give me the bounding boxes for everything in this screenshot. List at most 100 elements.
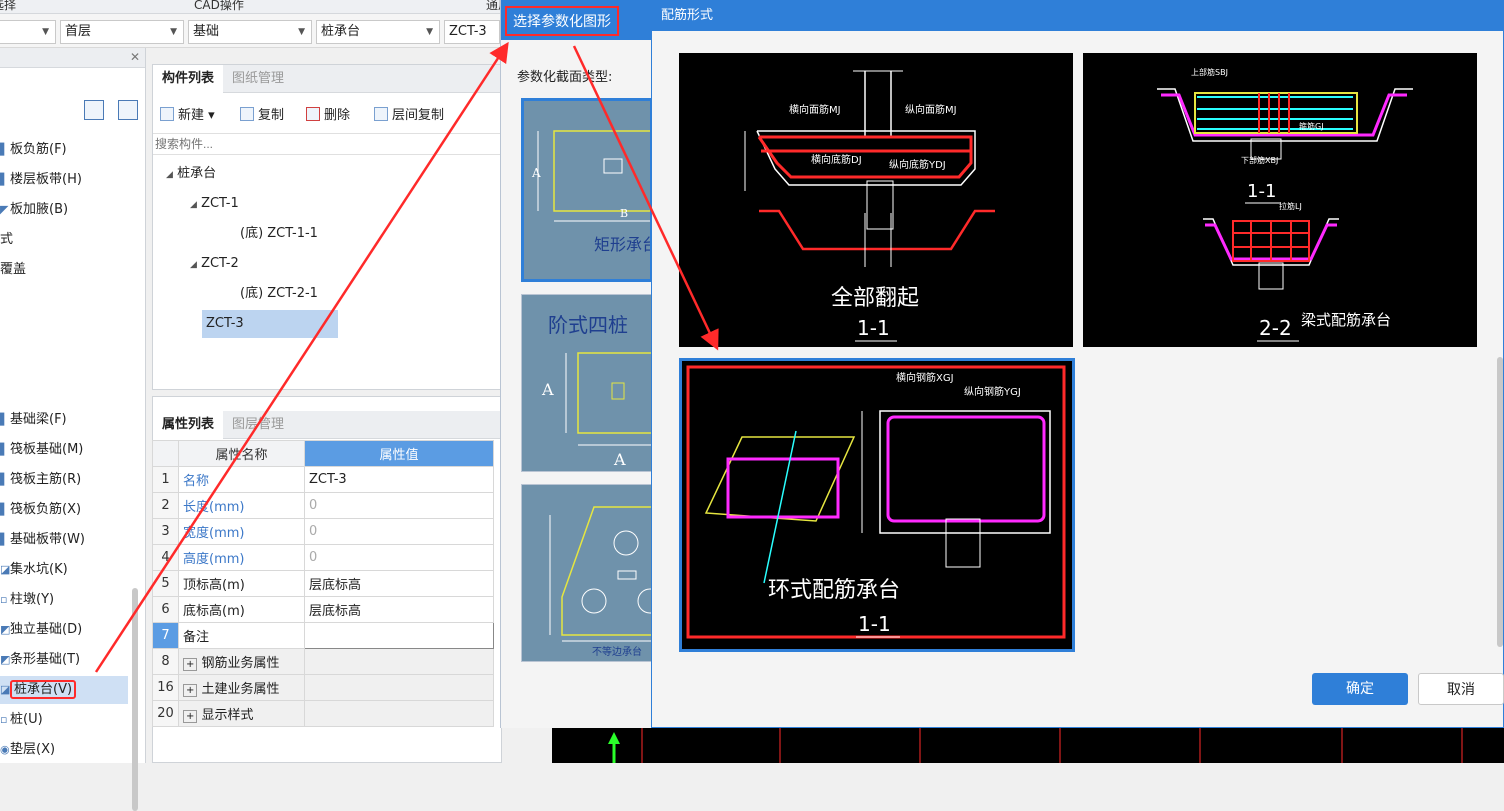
left-nav: ✕ ▌ 板负筋(F) ▌ 楼层板带(H) ◤ 板加腋(B) 式 覆盖 ▌ 基础梁(F) … <box>0 48 146 811</box>
nav-item-sump-pit[interactable]: ◪集水坑(K) <box>0 556 128 584</box>
chevron-down-icon: ▼ <box>42 27 49 37</box>
label-ygj: 纵向钢筋YGJ <box>964 385 1021 398</box>
nav-item-slab-haunch[interactable]: ◤ 板加腋(B) <box>0 196 128 224</box>
option-beam-type[interactable]: 上部筋SBJ 下部筋XBJ 箍筋GJ 1-1 拉筋LJ 2-2 梁式配筋承台 <box>1083 53 1477 347</box>
row-name: 显示样式 <box>201 708 254 723</box>
nav-item-foundation-band[interactable]: ▌ 基础板带(W) <box>0 526 128 554</box>
tree-node-zct3[interactable]: ZCT-3 <box>202 310 338 338</box>
nav-item-isolated-foundation[interactable]: ◩独立基础(D) <box>0 616 128 644</box>
table-row[interactable]: 3 宽度(mm) 0 <box>152 518 494 545</box>
row-value[interactable]: ZCT-3 <box>304 466 494 493</box>
nav-label: 基础梁(F) <box>10 412 67 427</box>
tree-node-zct1-1[interactable]: (底) ZCT-1-1 <box>240 220 318 248</box>
component-select[interactable]: ZCT-3 <box>444 20 500 44</box>
nav-item-pile[interactable]: ▫ 桩(U) <box>0 706 128 734</box>
tree-node-zct1[interactable]: ◢ ZCT-1 <box>190 190 239 218</box>
thumb-stepped-four-pile[interactable]: 阶式四桩 A A <box>521 294 653 472</box>
nav-item-slab-neg-rebar[interactable]: ▌ 板负筋(F) <box>0 136 128 164</box>
row-value[interactable]: 0 <box>304 544 494 571</box>
nav-item-cushion[interactable]: ◉垫层(X) <box>0 736 128 764</box>
combo-prev[interactable]: ▼ <box>0 20 56 44</box>
table-row[interactable]: 5 顶标高(m) 层底标高 <box>152 570 494 597</box>
table-row[interactable]: 6 底标高(m) 层底标高 <box>152 596 494 623</box>
tab-layer-manage[interactable]: 图层管理 <box>223 411 293 439</box>
expand-icon[interactable]: + <box>183 710 198 723</box>
left-nav-scrollbar[interactable] <box>132 588 138 811</box>
svg-text:A: A <box>541 380 554 399</box>
nav-item-column-pier[interactable]: ▫ 柱墩(Y) <box>0 586 128 614</box>
ribbon-cad-ops[interactable]: CAD操作 <box>194 0 244 13</box>
floor-copy-button[interactable]: 层间复制 <box>374 104 444 123</box>
raft-icon: ▌ <box>0 443 9 456</box>
thumb-rect-cap[interactable]: A B 矩形承台 <box>521 98 653 282</box>
section-type-label: 参数化截面类型: <box>517 70 613 85</box>
table-row[interactable]: 4 高度(mm) 0 <box>152 544 494 571</box>
table-row[interactable]: 1 名称 ZCT-3 <box>152 466 494 493</box>
nav-item-pile-cap[interactable]: ◪ 桩承台(V) <box>0 676 128 704</box>
new-button[interactable]: 新建 ▾ <box>160 104 215 123</box>
table-row[interactable]: 20 + 显示样式 <box>152 700 494 727</box>
list-view-icon[interactable] <box>84 100 104 120</box>
delete-label: 删除 <box>324 108 351 123</box>
nav-item-raft-neg-rebar[interactable]: ▌ 筏板负筋(X) <box>0 496 128 524</box>
option-full-bent[interactable]: 横向面筋MJ 纵向面筋MJ 横向底筋DJ 纵向底筋YDJ 全部翻起 1-1 <box>679 53 1073 347</box>
grid-view-icon[interactable] <box>118 100 138 120</box>
confirm-button[interactable]: 确定 <box>1312 673 1408 705</box>
label-zxmj: 纵向面筋MJ <box>905 103 957 116</box>
tree-node-pile-cap[interactable]: ◢ 桩承台 <box>166 160 216 188</box>
ribbon-select[interactable]: 选择 <box>0 0 16 13</box>
row-value[interactable]: 层底标高 <box>304 570 494 597</box>
selector-bar: ▼ 首层 ▼ 基础 ▼ 桩承台 ▼ ZCT-3 <box>0 14 520 48</box>
nav-label: 基础板带(W) <box>10 532 85 547</box>
table-row[interactable]: 16 + 土建业务属性 <box>152 674 494 701</box>
header-index <box>152 440 179 467</box>
nav-item-foundation-beam[interactable]: ▌ 基础梁(F) <box>0 406 128 434</box>
haunch-icon: ◤ <box>0 203 9 216</box>
category-select[interactable]: 基础 ▼ <box>188 20 312 44</box>
dialog-scrollbar[interactable] <box>1497 357 1503 647</box>
delete-button[interactable]: 删除 <box>306 104 350 123</box>
chevron-down-icon: ▼ <box>426 27 433 37</box>
cad-canvas[interactable] <box>552 728 1504 763</box>
close-icon[interactable]: ✕ <box>130 50 140 64</box>
tab-property-list[interactable]: 属性列表 <box>153 411 224 439</box>
remark-input[interactable] <box>304 622 494 649</box>
tab-drawing-manage[interactable]: 图纸管理 <box>223 65 293 93</box>
cancel-button[interactable]: 取消 <box>1418 673 1504 705</box>
row-value[interactable]: 层底标高 <box>304 596 494 623</box>
copy-button[interactable]: 复制 <box>240 104 284 123</box>
option-section: 1-1 <box>858 612 891 636</box>
floor-select[interactable]: 首层 ▼ <box>60 20 184 44</box>
nav-label: 垫层(X) <box>10 742 56 757</box>
nav-item-raft-foundation[interactable]: ▌ 筏板基础(M) <box>0 436 128 464</box>
table-row[interactable]: 7 备注 <box>152 622 494 649</box>
pit-icon: ◪ <box>0 563 11 576</box>
row-name: 长度(mm) <box>178 492 305 519</box>
nav-item-raft-main-rebar[interactable]: ▌ 筏板主筋(R) <box>0 466 128 494</box>
row-value[interactable]: 0 <box>304 492 494 519</box>
expand-icon[interactable]: + <box>183 658 198 671</box>
expand-icon[interactable]: + <box>183 684 198 697</box>
tree-node-zct2[interactable]: ◢ ZCT-2 <box>190 250 239 278</box>
table-row[interactable]: 2 长度(mm) 0 <box>152 492 494 519</box>
row-name: 顶标高(m) <box>178 570 305 597</box>
tab-component-list[interactable]: 构件列表 <box>153 65 224 93</box>
new-icon <box>160 107 174 121</box>
thumb-unequal-cap[interactable]: 不等边承台 <box>521 484 653 662</box>
row-num: 5 <box>152 570 179 597</box>
nav-item-style[interactable]: 式 <box>0 226 128 254</box>
param-dialog-titlebar: 选择参数化图形 <box>501 0 652 40</box>
nav-item-cover[interactable]: 覆盖 <box>0 256 128 284</box>
band-icon: ▌ <box>0 533 9 546</box>
nav-item-strip-foundation[interactable]: ◩条形基础(T) <box>0 646 128 674</box>
tree-node-zct2-1[interactable]: (底) ZCT-2-1 <box>240 280 318 308</box>
table-row[interactable]: 8 + 钢筋业务属性 <box>152 648 494 675</box>
slab-icon: ▌ <box>0 173 9 186</box>
type-select[interactable]: 桩承台 ▼ <box>316 20 440 44</box>
option-ring-type[interactable]: 横向钢筋XGJ 纵向钢筋YGJ 环式配筋承台 1-1 <box>679 358 1075 652</box>
row-value[interactable]: 0 <box>304 518 494 545</box>
nav-label: 筏板负筋(X) <box>10 502 82 517</box>
search-input[interactable] <box>153 133 501 155</box>
nav-item-floor-slab-band[interactable]: ▌ 楼层板带(H) <box>0 166 128 194</box>
beam-type-drawing: 上部筋SBJ 下部筋XBJ 箍筋GJ 1-1 拉筋LJ 2-2 梁式配筋承台 <box>1157 67 1413 342</box>
